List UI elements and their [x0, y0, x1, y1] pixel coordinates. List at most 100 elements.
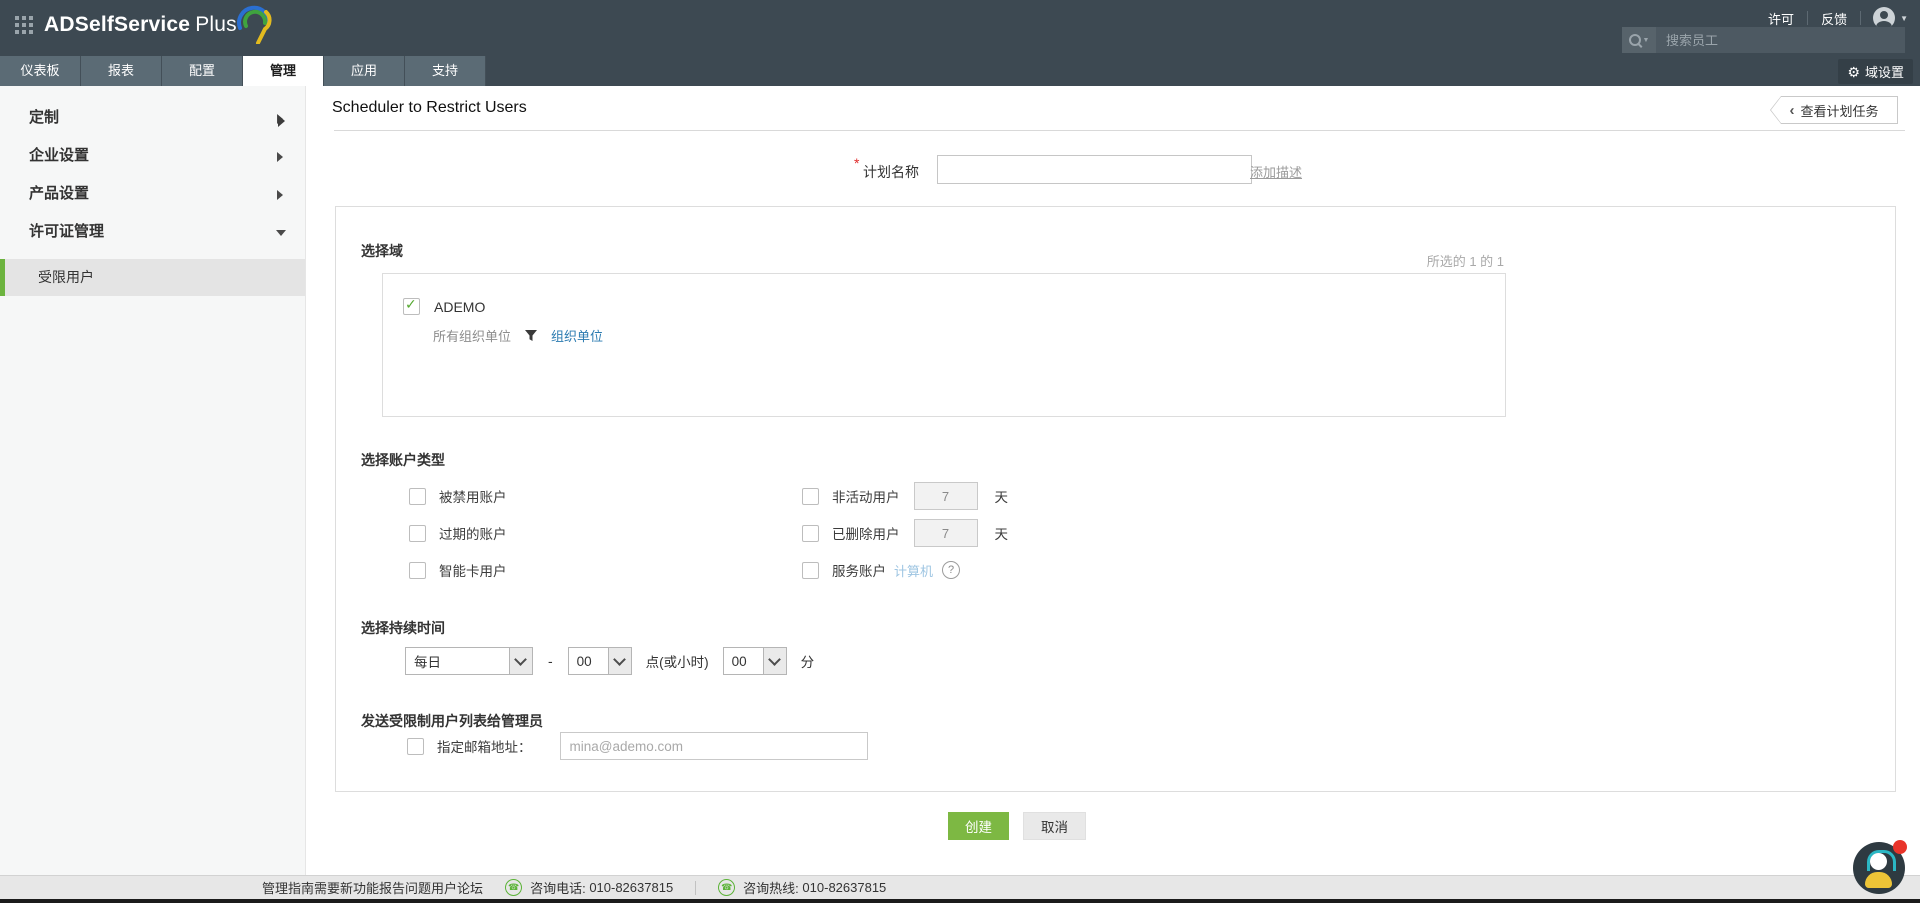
expired-accounts-checkbox[interactable] — [409, 524, 426, 542]
help-icon[interactable]: ? — [942, 561, 961, 579]
tab-reports[interactable]: 报表 — [81, 56, 162, 86]
organizational-units-link[interactable]: 组织单位 — [551, 326, 603, 345]
schedule-name-row: * 计划名称 添加描述 — [306, 155, 1920, 185]
days-unit-label: 天 — [994, 527, 1009, 542]
deleted-users-checkbox[interactable] — [802, 524, 819, 542]
agent-body-icon — [1865, 872, 1892, 888]
hotline-number: 010-82637815 — [802, 880, 887, 895]
tab-support[interactable]: 支持 — [405, 56, 486, 86]
option-label: 过期的账户 — [439, 527, 507, 542]
option-label: 智能卡用户 — [439, 564, 507, 579]
admin-guide-link[interactable]: 管理指南 — [262, 878, 314, 897]
chevron-down-icon: ▼ — [1642, 36, 1650, 44]
employee-search: ▼ — [1622, 27, 1905, 53]
feedback-link[interactable]: 反馈 — [1808, 9, 1860, 28]
deleted-days-input[interactable] — [913, 519, 978, 547]
schedule-name-input[interactable] — [937, 155, 1252, 184]
domain-checkbox[interactable]: ✓ — [403, 296, 420, 315]
account-type-heading: 选择账户类型 — [361, 452, 445, 468]
support-chat-widget[interactable] — [1853, 840, 1907, 894]
email-input[interactable] — [559, 732, 868, 760]
disabled-accounts-checkbox[interactable] — [409, 487, 426, 505]
tab-dashboard[interactable]: 仪表板 — [0, 56, 81, 86]
hour-select[interactable]: 00 — [567, 647, 632, 675]
service-accounts-checkbox[interactable] — [802, 561, 819, 579]
domain-settings-label: 域设置 — [1864, 65, 1904, 80]
chevron-down-icon: ▼ — [1900, 13, 1908, 23]
view-schedules-button[interactable]: ‹ 查看计划任务 — [1770, 96, 1898, 124]
email-checkbox[interactable] — [407, 737, 424, 755]
window-bottom-edge — [0, 899, 1920, 903]
domain-list-box: ✓ ADEMO 所有组织单位 组织单位 — [382, 273, 1506, 417]
need-feature-link[interactable]: 需要新功能 — [314, 878, 379, 897]
chevron-down-icon — [762, 648, 786, 674]
user-forum-link[interactable]: 用户论坛 — [431, 878, 483, 897]
deleted-users-row: 已删除用户 天 — [802, 519, 1009, 547]
sidebar-item-label: 企业设置 — [29, 147, 90, 164]
computers-link[interactable]: 计算机 — [894, 561, 933, 580]
search-icon — [1628, 34, 1641, 46]
filter-funnel-icon — [525, 329, 538, 341]
phone-icon: ☎ — [505, 879, 523, 896]
brand-logo: ADSelfService Plus — [44, 13, 237, 37]
sidebar-item-customize[interactable]: 定制 — [0, 99, 305, 137]
tab-admin[interactable]: 管理 — [243, 56, 324, 86]
disabled-accounts-row: 被禁用账户 — [409, 483, 507, 509]
all-ou-label: 所有组织单位 — [433, 329, 512, 344]
sidebar-item-restricted-users[interactable]: 受限用户 — [0, 259, 305, 296]
check-icon: ✓ — [405, 296, 417, 312]
phone-icon: ☎ — [718, 879, 736, 896]
sidebar-collapse-toggle[interactable] — [278, 115, 285, 127]
brand-suffix: Plus — [195, 13, 237, 36]
duration-heading: 选择持续时间 — [361, 620, 445, 636]
days-unit-label: 天 — [994, 490, 1009, 505]
inactive-days-input[interactable] — [913, 482, 978, 510]
option-label: 已删除用户 — [832, 527, 900, 542]
search-scope-button[interactable]: ▼ — [1622, 27, 1656, 53]
form-actions: 创建 取消 — [948, 812, 1086, 840]
hour-suffix-label: 点(或小时) — [645, 655, 709, 670]
minute-value: 00 — [731, 653, 747, 669]
minute-select[interactable]: 00 — [722, 647, 787, 675]
back-chevron-icon: ‹ — [1789, 101, 1795, 119]
sidebar-item-license-management[interactable]: 许可证管理 — [0, 213, 305, 251]
main-content: Scheduler to Restrict Users ‹ 查看计划任务 * 计… — [306, 86, 1920, 876]
dash-separator: - — [548, 653, 553, 669]
cancel-button[interactable]: 取消 — [1023, 812, 1086, 840]
report-issue-link[interactable]: 报告问题 — [379, 878, 431, 897]
sidebar-item-label: 产品设置 — [29, 185, 90, 202]
divider — [1860, 11, 1862, 25]
domain-settings-button[interactable]: ⚙ 域设置 — [1838, 59, 1913, 84]
hotline-contact: ☎ 咨询热线: 010-82637815 — [718, 878, 886, 897]
license-link[interactable]: 许可 — [1755, 9, 1807, 28]
hotline-label: 咨询热线: — [743, 881, 799, 896]
smartcard-users-checkbox[interactable] — [409, 561, 426, 579]
email-checkbox-label: 指定邮箱地址： — [437, 740, 532, 755]
minute-suffix-label: 分 — [800, 655, 815, 670]
brand-name: ADSelfService — [44, 13, 191, 36]
tab-configuration[interactable]: 配置 — [162, 56, 243, 86]
app-launcher-icon[interactable] — [15, 16, 33, 34]
required-mark: * — [854, 155, 860, 171]
smartcard-users-row: 智能卡用户 — [409, 557, 507, 583]
user-menu[interactable]: ▼ — [1873, 7, 1908, 29]
inactive-users-checkbox[interactable] — [802, 487, 819, 505]
inactive-users-row: 非活动用户 天 — [802, 482, 1009, 510]
create-button[interactable]: 创建 — [948, 812, 1009, 840]
sidebar-item-enterprise-settings[interactable]: 企业设置 — [0, 137, 305, 175]
select-domain-heading: 选择域 — [361, 243, 403, 259]
adselfservice-plus-window: ADSelfService Plus 许可 反馈 ▼ ▼ 搜索员工 仪表板 报表… — [0, 0, 1920, 903]
tab-application[interactable]: 应用 — [324, 56, 405, 86]
sidebar-item-product-settings[interactable]: 产品设置 — [0, 175, 305, 213]
chevron-right-icon — [277, 152, 283, 162]
service-accounts-row: 服务账户 计算机 ? — [802, 557, 961, 583]
top-bar: ADSelfService Plus 许可 反馈 ▼ ▼ — [0, 0, 1920, 56]
add-description-link[interactable]: 添加描述 — [1250, 162, 1302, 181]
search-input[interactable] — [1656, 32, 1905, 48]
divider — [334, 130, 1905, 131]
divider — [695, 880, 697, 895]
frequency-select[interactable]: 每日 — [405, 647, 533, 675]
option-label: 非活动用户 — [832, 490, 900, 505]
admin-sidebar: 定制 企业设置 产品设置 许可证管理 受限用户 — [0, 86, 306, 876]
option-label: 被禁用账户 — [439, 490, 507, 505]
